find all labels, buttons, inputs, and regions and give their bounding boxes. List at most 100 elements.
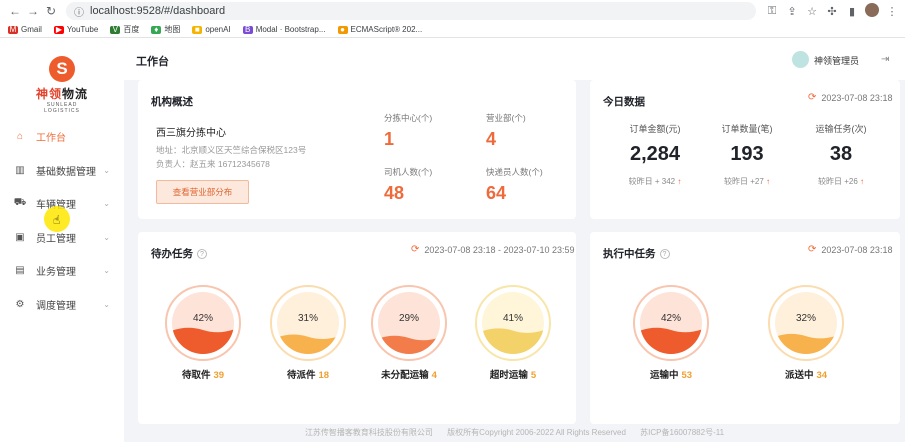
arrow-up-icon: ↑ xyxy=(860,177,865,186)
progress-ring[interactable]: 42% 待取件 39 xyxy=(164,284,242,384)
extensions-icon[interactable]: ✣ xyxy=(822,5,842,18)
bootstrap-icon: B xyxy=(242,25,253,34)
sidebar-item-business[interactable]: ▤ 业务管理 ⌄ xyxy=(0,254,124,288)
ring-gauge: 31% xyxy=(270,285,346,361)
institution-contact: 负责人：赵五来 16712345678 xyxy=(156,159,270,169)
ring-label: 超时运输 5 xyxy=(474,367,552,381)
share-icon[interactable]: ⇪ xyxy=(782,5,802,18)
hand-cursor-icon: ☝ xyxy=(53,213,61,227)
forward-icon[interactable]: → xyxy=(24,4,42,18)
refresh-icon[interactable]: ⟳ xyxy=(808,244,816,255)
sidebar-item-workbench[interactable]: ⌂ 工作台 xyxy=(0,120,124,154)
stat-couriers: 快递员人数(个) 64 xyxy=(486,167,543,203)
back-icon[interactable]: ← xyxy=(6,4,24,18)
ring-label-text: 运输中 xyxy=(649,370,679,381)
avatar[interactable] xyxy=(792,51,809,68)
institution-card: 机构概述 西三旗分拣中心 地址：北京顺义区天竺综合保税区123号 负责人：赵五来… xyxy=(138,80,576,219)
progress-ring[interactable]: 31% 待派件 18 xyxy=(269,284,347,384)
view-branch-distribution-button[interactable]: 查看营业部分布 xyxy=(156,180,249,204)
ring-gauge: 29% xyxy=(371,285,447,361)
refresh-icon[interactable]: ⟳ xyxy=(808,92,816,103)
address-bar[interactable]: ⓘ localhost:9528/#/dashboard xyxy=(66,2,756,20)
todo-time-range: ⟳ 2023-07-08 23:18 - 2023-07-10 23:59 xyxy=(411,244,575,255)
logout-icon[interactable]: ⇥ xyxy=(881,54,889,65)
institution-name: 西三旗分拣中心 xyxy=(156,128,226,139)
help-icon[interactable]: ? xyxy=(197,249,207,259)
map-pin-icon: ♦ xyxy=(151,25,162,34)
reload-icon[interactable]: ↻ xyxy=(42,4,60,18)
ring-label-text: 待派件 xyxy=(286,370,316,381)
ring-count: 39 xyxy=(213,370,225,381)
youtube-icon: ▶ xyxy=(53,24,64,34)
user-name[interactable]: 神领管理员 xyxy=(814,54,859,67)
site-info-icon[interactable]: ⓘ xyxy=(74,4,84,19)
bookmark-openai[interactable]: ■ openAI xyxy=(192,25,231,34)
running-title: 执行中任务? xyxy=(603,246,670,261)
todo-tasks-card: 待办任务? ⟳ 2023-07-08 23:18 - 2023-07-10 23:… xyxy=(138,232,576,424)
ring-count: 4 xyxy=(431,370,437,381)
today-title: 今日数据 xyxy=(603,96,645,108)
ring-percent: 31% xyxy=(298,313,318,324)
sidepanel-icon[interactable]: ▮ xyxy=(842,5,862,18)
ring-label-text: 超时运输 xyxy=(489,370,528,381)
menu-icon[interactable]: ⋮ xyxy=(882,5,902,18)
sidebar: S 神领物流 SUNLEAD LOGISTICS ⌂ 工作台 ▥ 基础数据管理 … xyxy=(0,38,124,442)
ring-count: 5 xyxy=(530,370,537,381)
ring-percent: 41% xyxy=(503,313,523,324)
sidebar-item-dispatch[interactable]: ⚙ 调度管理 ⌄ xyxy=(0,288,124,322)
footer-copyright: 版权所有Copyright 2006-2022 All Rights Reser… xyxy=(447,428,626,437)
ring-label: 待派件 18 xyxy=(269,367,347,381)
stat-drivers: 司机人数(个) 48 xyxy=(384,167,433,203)
chevron-down-icon: ⌄ xyxy=(103,199,110,209)
page-title: 工作台 xyxy=(136,56,169,68)
refresh-icon[interactable]: ⟳ xyxy=(411,244,419,255)
profile-avatar[interactable] xyxy=(862,2,882,20)
bookmark-map[interactable]: ♦ 地图 xyxy=(151,24,180,35)
running-tasks-card: 执行中任务? ⟳ 2023-07-08 23:18 42% 运输中 53 32% 派送中 3… xyxy=(590,232,900,424)
bookmark-gmail[interactable]: M Gmail xyxy=(8,25,42,34)
today-order-amount: 订单金额(元) 2,284 较昨日 + 342 ↑ xyxy=(628,124,682,186)
sidebar-item-basic-data[interactable]: ▥ 基础数据管理 ⌄ xyxy=(0,154,124,188)
gmail-icon: M xyxy=(8,24,18,34)
ring-label: 派送中 34 xyxy=(767,367,845,381)
bookmark-bootstrap[interactable]: B Modal · Bootstrap... xyxy=(242,25,326,34)
footer-company: 江苏传智播客教育科技股份有限公司 xyxy=(304,428,433,437)
bookmark-youtube[interactable]: ▶ YouTube xyxy=(53,24,98,34)
dispatch-icon: ⚙ xyxy=(15,298,25,310)
progress-ring[interactable]: 42% 运输中 53 xyxy=(632,284,710,384)
brand-logo[interactable]: S 神领物流 SUNLEAD LOGISTICS xyxy=(32,56,92,114)
business-icon: ▤ xyxy=(15,265,25,277)
bookmark-ecmascript[interactable]: ● ECMAScript® 202... xyxy=(337,25,422,34)
ring-gauge: 42% xyxy=(633,285,709,361)
chevron-down-icon: ⌄ xyxy=(103,232,110,242)
progress-ring[interactable]: 29% 未分配运输 4 xyxy=(370,284,448,384)
today-order-count: 订单数量(笔) 193 较昨日 +27 ↑ xyxy=(721,124,773,186)
key-icon[interactable]: ⚿ xyxy=(762,5,782,18)
ring-gauge: 32% xyxy=(768,285,844,361)
progress-ring[interactable]: 41% 超时运输 5 xyxy=(474,284,552,384)
chevron-down-icon: ⌄ xyxy=(103,299,110,309)
staff-icon: ▣ xyxy=(15,231,25,243)
footer: 江苏传智播客教育科技股份有限公司 版权所有Copyright 2006-2022… xyxy=(124,424,905,442)
truck-icon: ⛟ xyxy=(13,197,27,209)
help-icon[interactable]: ? xyxy=(659,249,670,259)
url-text: localhost:9528/#/dashboard xyxy=(90,5,226,17)
brand-name: 神领物流 xyxy=(35,87,89,101)
chevron-down-icon: ⌄ xyxy=(103,165,110,175)
chevron-down-icon: ⌄ xyxy=(103,266,110,276)
folder-icon: ■ xyxy=(192,25,203,34)
footer-icp[interactable]: 苏ICP备16007882号-11 xyxy=(640,428,724,437)
star-icon[interactable]: ☆ xyxy=(802,5,822,18)
institution-address: 地址：北京顺义区天竺综合保税区123号 xyxy=(156,145,307,155)
bookmarks-bar: M Gmail ▶ YouTube V 百度 ♦ 地图 ■ openAI B Modal ·… xyxy=(0,22,905,38)
ring-label-text: 待取件 xyxy=(181,370,211,381)
progress-ring[interactable]: 32% 派送中 34 xyxy=(767,284,845,384)
institution-title: 机构概述 xyxy=(151,96,193,108)
ring-count: 53 xyxy=(681,370,693,381)
ring-label-text: 派送中 xyxy=(784,370,814,381)
bookmark-baidu[interactable]: V 百度 xyxy=(110,24,139,35)
brand-subtitle: SUNLEAD LOGISTICS xyxy=(44,102,80,114)
todo-title: 待办任务? xyxy=(151,246,207,261)
ring-gauge: 41% xyxy=(475,285,551,361)
today-timestamp: ⟳ 2023-07-08 23:18 xyxy=(808,92,893,103)
